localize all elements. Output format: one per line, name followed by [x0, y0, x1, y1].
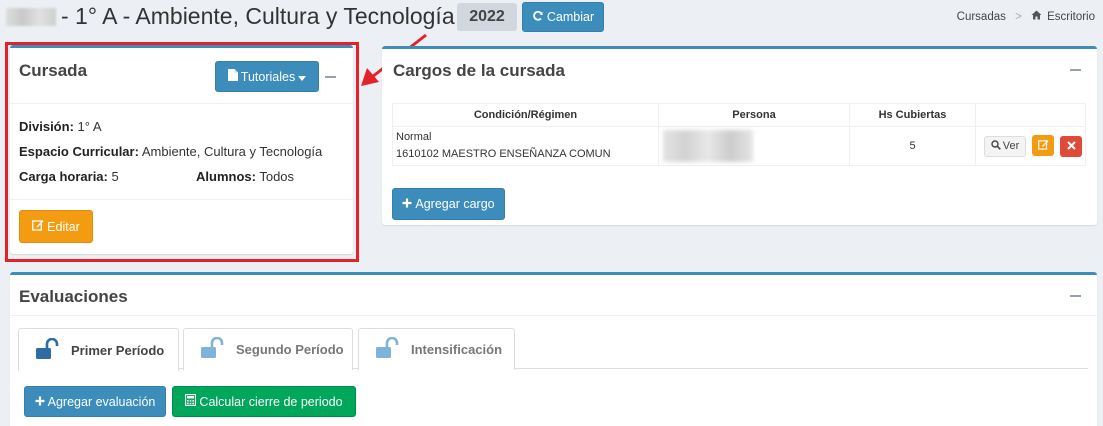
unlock-icon: [35, 337, 61, 363]
editar-label: Editar: [47, 219, 80, 234]
tutoriales-button[interactable]: Tutoriales: [215, 61, 319, 92]
edit-icon: [32, 219, 44, 234]
caret-down-icon: [298, 70, 307, 84]
refresh-icon: [532, 10, 544, 25]
calcular-cierre-button[interactable]: Calcular cierre de periodo: [172, 386, 356, 417]
blurred-person-name: [663, 130, 753, 162]
ver-button[interactable]: Ver: [984, 135, 1026, 157]
agregar-evaluacion-label: Agregar evaluación: [47, 394, 156, 409]
hs-cell: 5: [849, 126, 976, 166]
evaluaciones-divider: [10, 315, 1097, 316]
division-label: División:: [19, 119, 74, 134]
carga-info: Carga horaria: 5: [19, 169, 119, 184]
delete-cargo-button[interactable]: [1060, 136, 1083, 157]
agregar-evaluacion-button[interactable]: Agregar evaluación: [24, 386, 166, 417]
espacio-value: Ambiente, Cultura y Tecnología: [141, 144, 323, 159]
agregar-cargo-button[interactable]: Agregar cargo: [392, 188, 505, 220]
tab-intensificacion[interactable]: Intensificación: [358, 328, 515, 370]
breadcrumb-cursadas[interactable]: Cursadas: [957, 11, 1006, 23]
actions-cell: Ver: [975, 126, 1086, 166]
cursada-divider: [10, 103, 353, 104]
breadcrumb-escritorio[interactable]: Escritorio: [1047, 11, 1095, 23]
editar-button[interactable]: Editar: [19, 210, 93, 243]
column-header-persona: Persona: [658, 103, 850, 127]
times-icon: [1066, 140, 1076, 153]
cargos-box: Cargos de la cursada Condición/Régimen P…: [382, 46, 1097, 225]
alumnos-value: Todos: [259, 169, 295, 184]
edit-cargo-button[interactable]: [1032, 135, 1055, 156]
regimen-text: 1610102 MAESTRO ENSEÑANZA COMUN: [396, 148, 611, 160]
year-badge: 2022: [457, 3, 517, 31]
espacio-label: Espacio Curricular:: [19, 144, 139, 159]
alumnos-info: Alumnos: Todos: [196, 169, 294, 184]
page-header: - 1° A - Ambiente, Cultura y Tecnología …: [0, 0, 1103, 38]
unlock-icon: [200, 336, 226, 362]
condicion-text: Normal: [396, 131, 432, 143]
persona-cell: [658, 126, 850, 166]
cargos-table: Condición/Régimen Persona Hs Cubiertas N…: [392, 103, 1086, 166]
calculator-icon: [185, 393, 197, 409]
evaluaciones-title: Evaluaciones: [19, 287, 128, 306]
cursada-box: Cursada Tutoriales División: 1° A Espaci…: [10, 45, 353, 254]
tab-primer-periodo[interactable]: Primer Período: [18, 328, 179, 371]
breadcrumb-separator: >: [1015, 11, 1022, 23]
plus-icon: [402, 197, 412, 211]
column-header-hs: Hs Cubiertas: [849, 103, 976, 127]
condicion-cell: Normal 1610102 MAESTRO ENSEÑANZA COMUN: [392, 126, 659, 166]
table-row: Normal 1610102 MAESTRO ENSEÑANZA COMUN 5…: [392, 126, 1086, 166]
file-icon: [227, 69, 238, 84]
edit-icon: [1037, 139, 1049, 153]
search-icon: [991, 139, 1001, 153]
ver-label: Ver: [1002, 140, 1020, 152]
carga-label: Carga horaria:: [19, 169, 108, 184]
cambiar-button[interactable]: Cambiar: [522, 2, 604, 32]
period-tabs: Primer Período Segundo Período Intensifi…: [18, 327, 1088, 371]
cursada-title: Cursada: [19, 61, 88, 80]
tutoriales-label: Tutoriales: [240, 69, 296, 84]
cargos-collapse-button[interactable]: [1070, 69, 1081, 71]
cursada-footer-divider: [10, 199, 353, 200]
cursada-collapse-button[interactable]: [325, 76, 336, 78]
column-header-actions: [975, 103, 1086, 127]
tab-label: Intensificación: [411, 342, 503, 357]
plus-icon: [35, 395, 45, 409]
cargos-title: Cargos de la cursada: [393, 61, 565, 80]
espacio-info: Espacio Curricular: Ambiente, Cultura y …: [19, 144, 322, 159]
tab-segundo-periodo[interactable]: Segundo Período: [183, 328, 353, 370]
division-value: 1° A: [77, 119, 102, 134]
page-title: - 1° A - Ambiente, Cultura y Tecnología …: [61, 3, 469, 29]
evaluaciones-box: Evaluaciones Primer Período Segundo Perí…: [10, 272, 1097, 426]
unlock-icon: [375, 336, 401, 362]
tab-label: Primer Período: [71, 342, 165, 358]
calcular-cierre-label: Calcular cierre de periodo: [199, 394, 343, 409]
alumnos-label: Alumnos:: [196, 169, 256, 184]
tab-label: Segundo Período: [236, 342, 344, 357]
breadcrumb: Cursadas > Escritorio: [957, 10, 1095, 23]
cargos-header-row: Condición/Régimen Persona Hs Cubiertas: [392, 103, 1086, 127]
blurred-school-name: [6, 8, 56, 26]
cambiar-label: Cambiar: [546, 10, 595, 24]
carga-value: 5: [111, 169, 119, 184]
agregar-cargo-label: Agregar cargo: [415, 197, 495, 211]
division-info: División: 1° A: [19, 119, 102, 134]
home-icon: [1031, 10, 1045, 23]
column-header-condicion: Condición/Régimen: [392, 103, 659, 127]
evaluaciones-collapse-button[interactable]: [1070, 295, 1081, 297]
